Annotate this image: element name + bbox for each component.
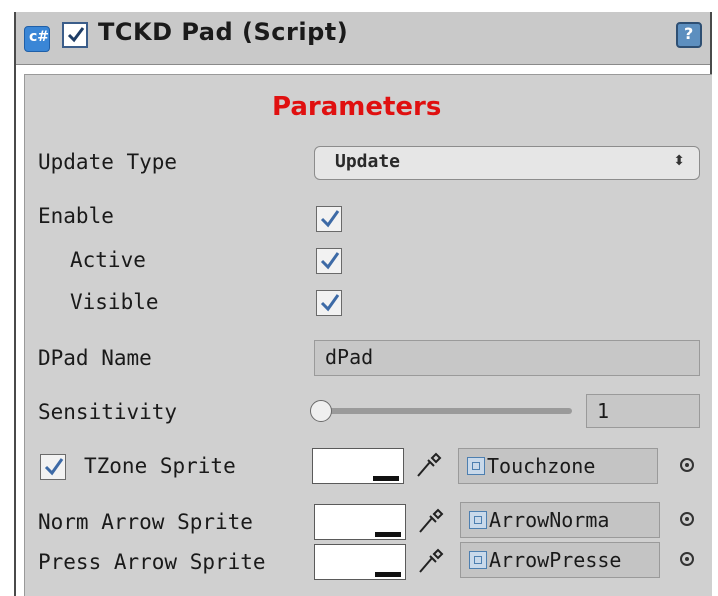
tzone-sprite-checkbox[interactable] — [40, 454, 66, 480]
section-title: Parameters — [272, 92, 442, 122]
press-arrow-sprite-label: Press Arrow Sprite — [38, 550, 266, 574]
press-arrow-sprite-object-field[interactable]: ArrowPresse — [460, 542, 660, 578]
active-label: Active — [70, 248, 146, 272]
update-type-label: Update Type — [38, 150, 178, 174]
sensitivity-label: Sensitivity — [38, 400, 178, 424]
press-arrow-color-field[interactable] — [314, 544, 406, 580]
eyedropper-icon[interactable] — [416, 506, 444, 536]
visible-checkbox[interactable] — [316, 290, 342, 316]
csharp-script-icon — [24, 26, 50, 52]
checkmark-icon — [320, 294, 340, 312]
sensitivity-value-field[interactable]: 1 — [586, 394, 700, 428]
checkmark-icon — [320, 210, 340, 228]
tzone-sprite-object-name: Touchzone — [487, 454, 596, 478]
dpad-name-value: dPad — [325, 345, 374, 369]
checkmark-icon — [44, 458, 64, 476]
press-arrow-sprite-object-name: ArrowPresse — [489, 548, 622, 572]
update-type-value: Update — [335, 151, 401, 172]
eyedropper-icon[interactable] — [416, 546, 444, 576]
enable-checkbox[interactable] — [316, 206, 342, 232]
sprite-asset-icon — [469, 551, 487, 569]
dpad-name-label: DPad Name — [38, 346, 152, 370]
tzone-sprite-label: TZone Sprite — [84, 454, 236, 478]
component-title: TCKD Pad (Script) — [98, 18, 349, 46]
object-picker-icon[interactable] — [680, 512, 694, 526]
sensitivity-slider-thumb[interactable] — [310, 400, 332, 422]
dropdown-arrows-icon: ⬍ — [673, 153, 685, 169]
sprite-asset-icon — [467, 457, 485, 475]
checkmark-icon — [320, 252, 340, 270]
component-enabled-checkbox[interactable] — [62, 22, 88, 48]
inspector-component: TCKD Pad (Script) Parameters Update Type… — [0, 0, 718, 596]
eyedropper-icon[interactable] — [414, 450, 442, 480]
object-picker-icon[interactable] — [680, 458, 694, 472]
sensitivity-slider-track[interactable] — [322, 408, 572, 414]
norm-arrow-sprite-object-field[interactable]: ArrowNorma — [460, 502, 660, 538]
checkmark-icon — [67, 27, 85, 43]
tzone-sprite-object-field[interactable]: Touchzone — [458, 448, 658, 484]
norm-arrow-sprite-label: Norm Arrow Sprite — [38, 510, 253, 534]
enable-label: Enable — [38, 204, 114, 228]
sprite-asset-icon — [469, 511, 487, 529]
frame-border-left — [14, 12, 16, 596]
active-checkbox[interactable] — [316, 248, 342, 274]
visible-label: Visible — [70, 290, 159, 314]
update-type-dropdown[interactable]: Update ⬍ — [314, 146, 700, 180]
dpad-name-field[interactable]: dPad — [314, 340, 700, 376]
help-icon[interactable] — [676, 22, 702, 48]
norm-arrow-color-field[interactable] — [314, 504, 406, 540]
sensitivity-value: 1 — [597, 399, 610, 423]
tzone-color-field[interactable] — [312, 448, 404, 484]
object-picker-icon[interactable] — [680, 552, 694, 566]
norm-arrow-sprite-object-name: ArrowNorma — [489, 508, 610, 532]
